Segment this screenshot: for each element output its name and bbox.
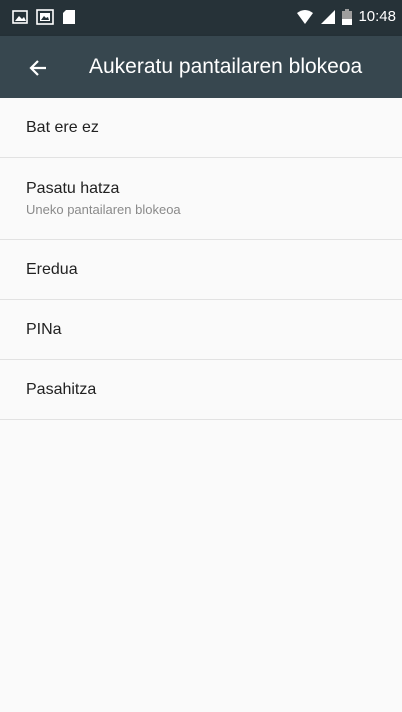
image-icon [12,9,28,25]
option-pin[interactable]: PINa [0,300,402,360]
option-none[interactable]: Bat ere ez [0,98,402,158]
option-pattern[interactable]: Eredua [0,240,402,300]
app-bar: Aukeratu pantailaren blokeoa [0,36,402,98]
status-bar: 10:48 [0,0,402,36]
sd-card-icon [62,9,76,25]
option-label: Pasatu hatza [26,180,120,197]
option-label: PINa [26,321,62,338]
status-time: 10:48 [358,8,396,25]
option-label: Pasahitza [26,381,97,398]
option-password[interactable]: Pasahitza [0,360,402,420]
wifi-icon [296,9,314,25]
option-label: Bat ere ez [26,119,99,136]
system-status: 10:48 [296,8,396,25]
screen-lock-options: Bat ere ez Pasatu hatza Uneko pantailare… [0,98,402,420]
back-button[interactable] [22,52,54,84]
signal-icon [320,9,336,25]
gallery-icon [36,9,54,25]
option-summary: Uneko pantailaren blokeoa [26,202,181,217]
option-label: Eredua [26,261,78,278]
page-title: Aukeratu pantailaren blokeoa [89,55,363,78]
option-swipe[interactable]: Pasatu hatza Uneko pantailaren blokeoa [0,158,402,240]
arrow-back-icon [29,59,47,77]
notification-icons [12,9,76,25]
battery-icon [342,8,353,25]
